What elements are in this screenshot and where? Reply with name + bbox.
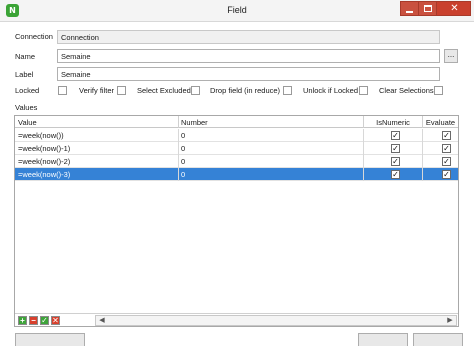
evaluate-checkbox[interactable]: ✓ [442,157,451,166]
column-header-value[interactable]: Value [15,116,179,128]
scroll-left-icon[interactable]: ◀ [97,316,107,325]
connection-field: Connection [57,30,440,44]
delete-icon[interactable]: ✕ [51,316,60,325]
table-row[interactable]: =week(now()) 0 ✓ ✓ [15,129,458,142]
value-cell[interactable]: =week(now()) [15,129,179,142]
unlock-if-locked-checkbox[interactable] [359,86,368,95]
dialog-button-left[interactable] [15,333,85,346]
verify-filter-label: Verify filter [79,86,115,95]
clear-selections-checkbox[interactable] [434,86,443,95]
browse-button[interactable]: ... [444,49,458,63]
isnumeric-checkbox[interactable]: ✓ [391,131,400,140]
isnumeric-cell: ✓ [364,142,423,155]
label-field[interactable]: Semaine [57,67,440,81]
unlock-if-locked-label: Unlock if Locked [303,86,359,95]
number-cell[interactable]: 0 [179,142,364,155]
connection-label: Connection [15,32,53,41]
evaluate-cell: ✓ [423,129,458,142]
locked-label: Locked [15,86,40,95]
table-header: Value Number IsNumeric Evaluate [15,116,458,128]
name-label: Name [15,52,36,61]
title-bar: N Field ✕ [0,0,474,22]
isnumeric-checkbox[interactable]: ✓ [391,170,400,179]
values-label: Values [15,103,38,112]
minimize-button[interactable] [400,1,418,16]
isnumeric-cell: ✓ [364,129,423,142]
add-row-icon[interactable]: + [18,316,27,325]
close-button[interactable]: ✕ [436,1,471,16]
name-field[interactable]: Semaine [57,49,440,63]
isnumeric-checkbox[interactable]: ✓ [391,144,400,153]
drop-field-label: Drop field (in reduce) [210,86,281,95]
minimize-icon [406,11,413,13]
scroll-right-icon[interactable]: ▶ [445,316,455,325]
column-header-evaluate[interactable]: Evaluate [423,116,458,128]
isnumeric-cell: ✓ [364,155,423,168]
number-cell[interactable]: 0 [179,129,364,142]
evaluate-checkbox[interactable]: ✓ [442,131,451,140]
select-excluded-label: Select Excluded [137,86,191,95]
number-cell[interactable]: 0 [179,168,364,181]
cancel-button[interactable] [413,333,463,346]
table-row[interactable]: =week(now()-2) 0 ✓ ✓ [15,155,458,168]
ok-button[interactable] [358,333,408,346]
locked-checkbox[interactable] [58,86,67,95]
select-excluded-checkbox[interactable] [191,86,200,95]
table-row-selected[interactable]: =week(now()-3) 0 ✓ ✓ [15,168,458,181]
evaluate-cell: ✓ [423,142,458,155]
verify-filter-checkbox[interactable] [117,86,126,95]
value-cell[interactable]: =week(now()-2) [15,155,179,168]
values-table: Value Number IsNumeric Evaluate =week(no… [14,115,459,327]
maximize-button[interactable] [418,1,436,16]
column-header-isnumeric[interactable]: IsNumeric [364,116,423,128]
evaluate-checkbox[interactable]: ✓ [442,144,451,153]
evaluate-checkbox[interactable]: ✓ [442,170,451,179]
confirm-icon[interactable]: ✓ [40,316,49,325]
horizontal-scrollbar[interactable]: ◀ ▶ [95,315,457,326]
clear-selections-label: Clear Selections [379,86,434,95]
isnumeric-checkbox[interactable]: ✓ [391,157,400,166]
close-icon: ✕ [450,3,459,14]
evaluate-cell: ✓ [423,168,458,181]
value-cell[interactable]: =week(now()-3) [15,168,179,181]
value-cell[interactable]: =week(now()-1) [15,142,179,155]
table-row[interactable]: =week(now()-1) 0 ✓ ✓ [15,142,458,155]
column-header-number[interactable]: Number [179,116,364,128]
remove-row-icon[interactable]: − [29,316,38,325]
evaluate-cell: ✓ [423,155,458,168]
table-toolbar: + − ✓ ✕ ◀ ▶ [15,313,458,326]
maximize-icon [424,5,432,12]
number-cell[interactable]: 0 [179,155,364,168]
label-label: Label [15,70,34,79]
isnumeric-cell: ✓ [364,168,423,181]
drop-field-checkbox[interactable] [283,86,292,95]
